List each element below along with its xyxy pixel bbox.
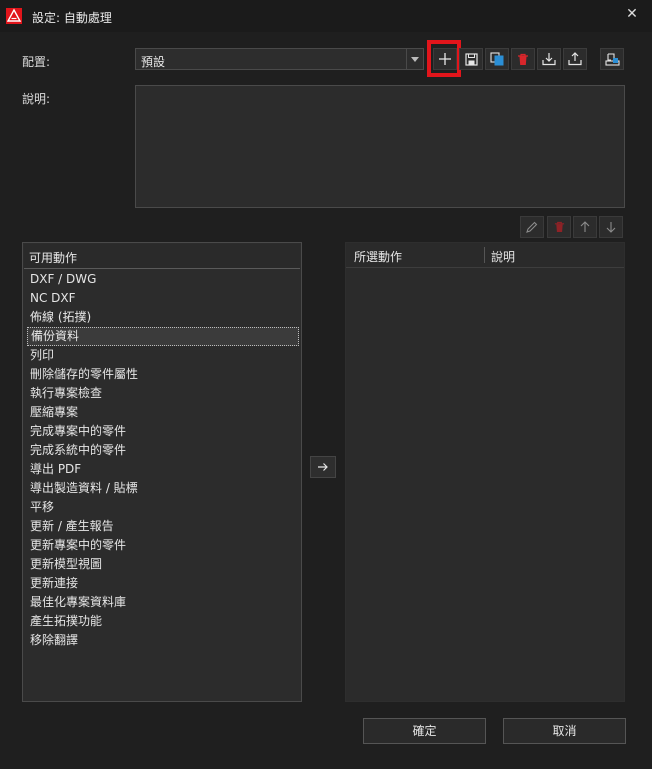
description-textarea[interactable] — [135, 85, 625, 208]
save-config-button[interactable] — [459, 48, 483, 70]
add-action-button[interactable] — [310, 456, 336, 478]
title-bar: 設定: 自動處理 ✕ — [0, 0, 652, 32]
export-config-button[interactable] — [563, 48, 587, 70]
column-header-selected-action: 所選動作 — [354, 250, 403, 264]
close-button[interactable]: ✕ — [620, 3, 644, 25]
list-item[interactable]: NC DXF — [27, 289, 299, 308]
add-config-button[interactable] — [433, 48, 457, 70]
config-label: 配置: — [22, 55, 51, 69]
move-up-button[interactable] — [573, 216, 597, 238]
list-item[interactable]: 列印 — [27, 346, 299, 365]
delete-action-button[interactable] — [547, 216, 571, 238]
delete-config-button[interactable] — [511, 48, 535, 70]
delete-icon — [554, 221, 564, 233]
description-label: 說明: — [22, 92, 51, 106]
copy-icon — [490, 52, 504, 66]
list-item[interactable]: 移除翻譯 — [27, 631, 299, 650]
available-actions-title: 可用動作 — [29, 251, 78, 265]
available-actions-header: 可用動作 — [24, 244, 300, 269]
list-item[interactable]: 平移 — [27, 498, 299, 517]
arrow-up-icon — [580, 221, 590, 232]
save-icon — [464, 52, 478, 66]
list-item[interactable]: 產生拓撲功能 — [27, 612, 299, 631]
list-item[interactable]: DXF / DWG — [27, 270, 299, 289]
list-item[interactable]: 最佳化專案資料庫 — [27, 593, 299, 612]
config-select-value: 預設 — [141, 55, 166, 69]
list-item[interactable]: 完成專案中的零件 — [27, 422, 299, 441]
pencil-icon — [526, 221, 538, 233]
list-item[interactable]: 導出製造資料 / 貼標 — [27, 479, 299, 498]
list-item[interactable]: 備份資料 — [27, 327, 299, 346]
list-item[interactable]: 佈線 (拓撲) — [27, 308, 299, 327]
arrow-down-icon — [606, 222, 616, 233]
config-select[interactable]: 預設 — [135, 48, 424, 70]
import-icon — [542, 53, 556, 66]
list-item[interactable]: 更新 / 產生報告 — [27, 517, 299, 536]
available-actions-items: DXF / DWG NC DXF 佈線 (拓撲) 備份資料 列印 刪除儲存的零件屬性 執行專… — [27, 270, 299, 650]
list-item[interactable]: 刪除儲存的零件屬性 — [27, 365, 299, 384]
window-title: 設定: 自動處理 — [32, 11, 112, 25]
cancel-button[interactable]: 取消 — [503, 718, 626, 744]
arrow-right-icon — [318, 463, 328, 471]
column-header-description: 說明 — [491, 250, 516, 264]
ok-button[interactable]: 確定 — [363, 718, 486, 744]
column-divider — [484, 247, 485, 263]
settings-export-button[interactable] — [600, 48, 624, 70]
close-icon: ✕ — [626, 6, 638, 22]
edit-action-button[interactable] — [520, 216, 544, 238]
selected-actions-table[interactable]: 所選動作 說明 — [345, 242, 625, 702]
chevron-down-icon — [406, 49, 423, 69]
list-item[interactable]: 完成系統中的零件 — [27, 441, 299, 460]
available-actions-list[interactable]: 可用動作 DXF / DWG NC DXF 佈線 (拓撲) 備份資料 列印 刪除儲存的零件… — [22, 242, 302, 702]
list-item[interactable]: 更新連接 — [27, 574, 299, 593]
move-down-button[interactable] — [599, 216, 623, 238]
settings-export-icon — [604, 53, 620, 66]
export-icon — [568, 52, 582, 66]
list-item[interactable]: 導出 PDF — [27, 460, 299, 479]
app-logo-icon — [6, 8, 22, 24]
plus-icon — [439, 53, 451, 65]
list-item[interactable]: 壓縮專案 — [27, 403, 299, 422]
copy-config-button[interactable] — [485, 48, 509, 70]
delete-icon — [518, 53, 528, 65]
selected-actions-header: 所選動作 說明 — [346, 243, 624, 268]
list-item[interactable]: 更新專案中的零件 — [27, 536, 299, 555]
import-config-button[interactable] — [537, 48, 561, 70]
list-item[interactable]: 更新模型視圖 — [27, 555, 299, 574]
list-item[interactable]: 執行專案檢查 — [27, 384, 299, 403]
